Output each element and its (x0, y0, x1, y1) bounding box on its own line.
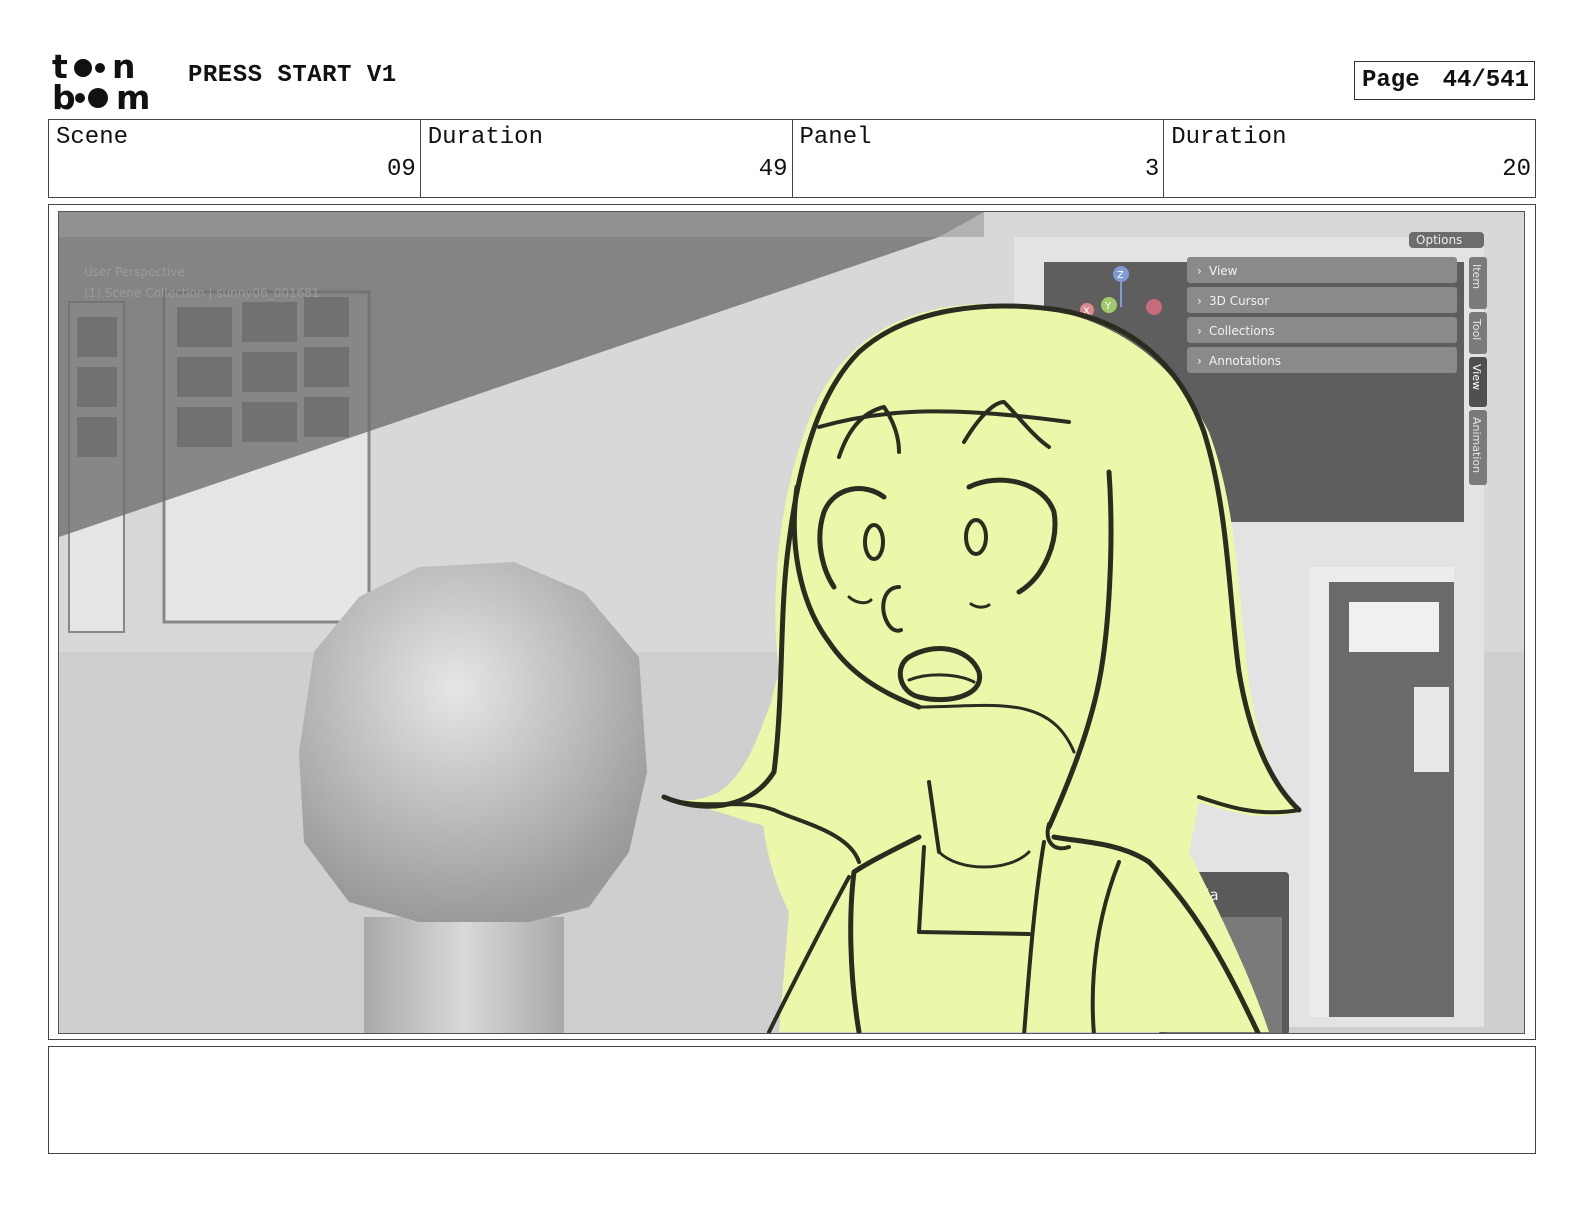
sidebar-item-annotations[interactable]: Annotations (1209, 354, 1281, 368)
svg-text:›: › (1197, 324, 1202, 338)
sidebar-item-collections[interactable]: Collections (1209, 324, 1275, 338)
options-button[interactable]: Options (1416, 233, 1462, 247)
gizmo-axis-z[interactable]: Z (1117, 270, 1124, 281)
scene-duration-label: Duration (427, 124, 543, 151)
gizmo-axis-y[interactable]: Y (1104, 301, 1112, 312)
panel-duration-cell: Duration 20 (1164, 120, 1535, 197)
tab-item[interactable]: Item (1470, 264, 1483, 289)
scene-cell: Scene 09 (49, 120, 421, 197)
scene-value: 09 (386, 156, 416, 183)
scene-duration-value: 49 (758, 156, 788, 183)
storyboard-drawing: User Perspective (1) Scene Collection | … (59, 212, 1524, 1033)
panel-label: Panel (799, 124, 872, 151)
sidebar-item-view[interactable]: View (1209, 264, 1238, 278)
viewport-overlay-line-1: User Perspective (84, 265, 185, 279)
sidebar-item-3d-cursor[interactable]: 3D Cursor (1209, 294, 1269, 308)
svg-text:b: b (52, 78, 76, 112)
tab-view[interactable]: View (1470, 364, 1483, 390)
tab-animation[interactable]: Animation (1470, 417, 1483, 473)
panel-info-row: Scene 09 Duration 49 Panel 3 Duration 20 (48, 119, 1536, 198)
svg-text:›: › (1197, 294, 1202, 308)
scene-label: Scene (56, 124, 129, 151)
panel-image: User Perspective (1) Scene Collection | … (58, 211, 1525, 1034)
page-indicator: Page 44/541 (1354, 61, 1535, 100)
svg-text:m: m (116, 78, 150, 112)
svg-text:›: › (1197, 354, 1202, 368)
viewport-overlay-line-2: (1) Scene Collection | sunny06_001681 (84, 286, 320, 300)
panel-value: 3 (1144, 156, 1160, 183)
svg-text:›: › (1197, 264, 1202, 278)
panel-cell: Panel 3 (793, 120, 1165, 197)
page-number: 44/541 (1442, 67, 1529, 94)
panel-duration-value: 20 (1502, 156, 1531, 183)
panel-duration-label: Duration (1171, 124, 1287, 151)
panel-notes (48, 1046, 1536, 1154)
scene-duration-cell: Duration 49 (421, 120, 793, 197)
tab-tool[interactable]: Tool (1470, 318, 1483, 340)
project-title: PRESS START V1 (188, 62, 397, 89)
page-label: Page (1362, 67, 1420, 94)
toon-boom-logo: t n b m (52, 50, 150, 112)
